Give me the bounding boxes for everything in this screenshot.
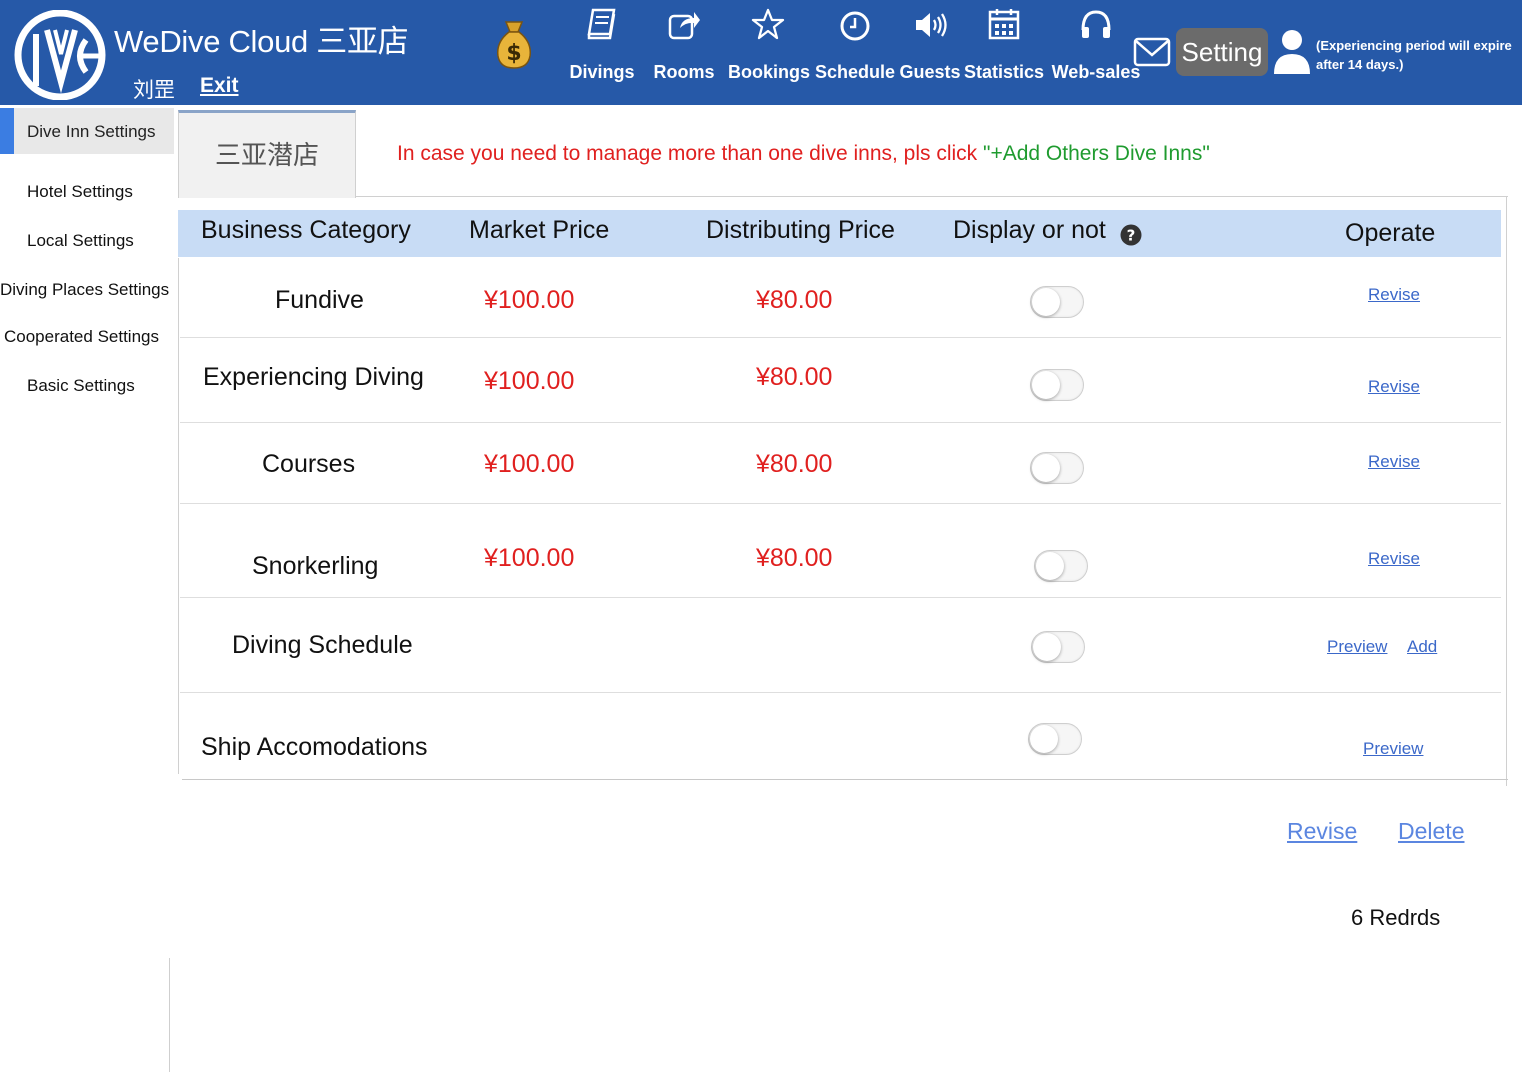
app-title: WeDive Cloud 三亚店	[114, 24, 409, 59]
category-cell: Diving Schedule	[232, 631, 413, 659]
multi-inn-notice: In case you need to manage more than one…	[397, 142, 1210, 166]
row-divider	[180, 692, 1501, 693]
preview-link[interactable]: Preview	[1327, 637, 1387, 657]
record-count: 6 Redrds	[1351, 905, 1441, 930]
sidebar-item-local-settings[interactable]: Local Settings	[27, 231, 134, 251]
calendar-icon	[988, 9, 1020, 40]
nav-schedule[interactable]: Schedule	[815, 0, 895, 105]
tab-shop-label: 三亚潜店	[214, 140, 319, 170]
trial-expire-note: (Experiencing period will expire after 1…	[1316, 38, 1512, 72]
sidebar-item-hotel-settings[interactable]: Hotel Settings	[27, 182, 133, 202]
nav-divings[interactable]: Divings	[566, 0, 638, 105]
table-border-bottom	[182, 779, 1508, 780]
display-toggle[interactable]	[1028, 723, 1082, 755]
mail-icon[interactable]	[1133, 36, 1171, 68]
nav-bookings[interactable]: Bookings	[728, 0, 811, 105]
star-icon	[751, 8, 785, 40]
display-toggle[interactable]	[1031, 631, 1085, 663]
market-price-cell: ¥100.00	[484, 286, 575, 314]
category-cell: Snorkerling	[252, 552, 379, 580]
delete-inn-button[interactable]: Delete	[1398, 818, 1464, 845]
toggle-knob	[1033, 633, 1061, 661]
display-toggle[interactable]	[1030, 286, 1084, 318]
revise-link[interactable]: Revise	[1368, 377, 1420, 397]
svg-text:?: ?	[1127, 227, 1136, 245]
sidebar-item-cooperated-settings[interactable]: Cooperated Settings	[4, 327, 159, 347]
market-price-cell: ¥100.00	[484, 450, 575, 478]
sidebar-item-diving-places-settings[interactable]: Diving Places Settings	[0, 280, 169, 300]
setting-button[interactable]: Setting	[1176, 28, 1268, 76]
row-divider	[180, 337, 1501, 338]
toggle-knob	[1032, 454, 1060, 482]
nav-label: Guests	[899, 62, 961, 82]
revise-link[interactable]: Revise	[1368, 452, 1420, 472]
share-icon	[668, 12, 700, 40]
help-icon[interactable]: ?	[1120, 224, 1142, 246]
active-indicator	[0, 108, 14, 154]
nav-rooms[interactable]: Rooms	[650, 0, 718, 105]
distributing-price-cell: ¥80.00	[756, 286, 833, 314]
volume-icon	[916, 13, 947, 37]
table-border-right	[1506, 196, 1507, 786]
clock-icon	[840, 11, 870, 41]
row-divider	[180, 597, 1501, 598]
header-business-category: Business Category	[201, 216, 411, 244]
nav-label: Divings	[569, 62, 635, 82]
notice-text: In case you need to manage more than one…	[397, 142, 984, 165]
category-cell: Experiencing Diving	[203, 363, 424, 391]
row-divider	[180, 503, 1501, 504]
user-icon[interactable]	[1272, 28, 1312, 76]
header-operate: Operate	[1345, 219, 1436, 247]
exit-link[interactable]: Exit	[200, 74, 239, 98]
category-cell: Ship Accomodations	[201, 733, 428, 761]
book-icon	[587, 8, 616, 40]
sidebar-item-dive-inn-settings[interactable]: Dive Inn Settings	[0, 108, 174, 154]
toggle-knob	[1030, 725, 1058, 753]
user-name: 刘罡	[133, 79, 175, 102]
table-border-left	[178, 258, 179, 774]
header-distributing-price: Distributing Price	[706, 216, 895, 244]
headphones-icon	[1081, 10, 1111, 38]
nav-label: Web-sales	[1051, 62, 1141, 82]
display-toggle[interactable]	[1034, 550, 1088, 582]
add-dive-inns-link[interactable]: "+Add Others Dive Inns"	[983, 142, 1210, 165]
display-toggle[interactable]	[1030, 369, 1084, 401]
revise-link[interactable]: Revise	[1368, 549, 1420, 569]
revise-inn-button[interactable]: Revise	[1287, 818, 1357, 845]
distributing-price-cell: ¥80.00	[756, 544, 833, 572]
nav-label: Bookings	[728, 62, 811, 82]
sidebar-divider	[169, 958, 170, 1072]
tab-divider	[356, 196, 1508, 197]
money-bag-icon[interactable]: $	[494, 18, 534, 70]
nav-web-sales[interactable]: Web-sales	[1051, 0, 1141, 105]
sidebar-item-label: Dive Inn Settings	[27, 122, 156, 141]
distributing-price-cell: ¥80.00	[756, 363, 833, 391]
top-bar: WeDive Cloud 三亚店 刘罡 Exit $ Divings Rooms…	[0, 0, 1522, 105]
toggle-knob	[1032, 371, 1060, 399]
display-toggle[interactable]	[1030, 452, 1084, 484]
nav-guests[interactable]: Guests	[899, 0, 961, 105]
nav-statistics[interactable]: Statistics	[964, 0, 1044, 105]
row-divider	[180, 422, 1501, 423]
add-link[interactable]: Add	[1407, 637, 1437, 657]
market-price-cell: ¥100.00	[484, 544, 575, 572]
nav-label: Rooms	[653, 62, 715, 82]
category-cell: Fundive	[275, 286, 364, 314]
nav-label: Statistics	[964, 62, 1045, 82]
revise-link[interactable]: Revise	[1368, 285, 1420, 305]
header-market-price: Market Price	[469, 216, 610, 244]
wedive-logo	[14, 10, 106, 100]
category-cell: Courses	[262, 450, 356, 478]
tab-shop[interactable]: 三亚潜店	[178, 110, 356, 198]
nav-label: Schedule	[815, 62, 896, 82]
toggle-knob	[1032, 288, 1060, 316]
market-price-cell: ¥100.00	[484, 367, 575, 395]
header-display-or-not: Display or not	[953, 216, 1106, 244]
sidebar-item-basic-settings[interactable]: Basic Settings	[27, 376, 135, 396]
preview-link[interactable]: Preview	[1363, 739, 1423, 759]
toggle-knob	[1036, 552, 1064, 580]
distributing-price-cell: ¥80.00	[756, 450, 833, 478]
svg-text:$: $	[506, 41, 521, 66]
